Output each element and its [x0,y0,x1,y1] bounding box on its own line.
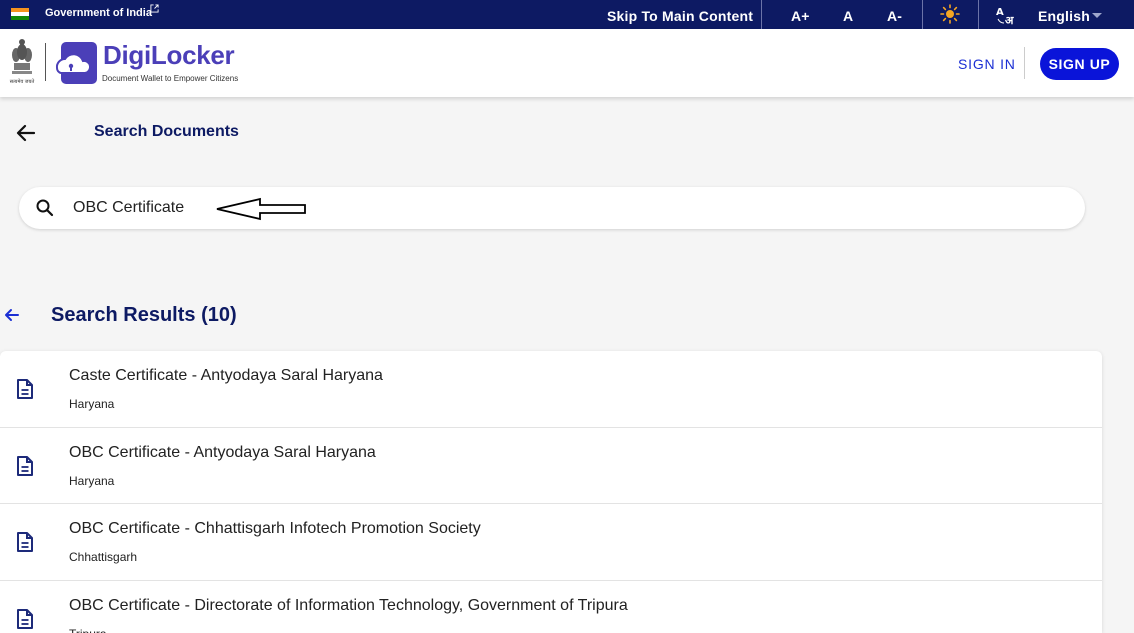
list-item[interactable]: Caste Certificate - Antyodaya Saral Hary… [0,351,1102,428]
svg-text:अ: अ [1005,14,1014,25]
gov-of-india-link[interactable]: Government of India [45,7,152,19]
sign-up-button[interactable]: SIGN UP [1040,48,1119,80]
document-icon [16,531,34,553]
results-back-arrow-icon[interactable] [3,306,21,324]
logo-subtitle: Document Wallet to Empower Citizens [102,74,239,83]
india-flag-icon [11,8,29,20]
gov-top-bar: Government of India Skip To Main Content… [0,0,1134,29]
font-decrease-button[interactable]: A- [887,8,902,24]
document-icon [16,455,34,477]
site-header: सत्यमेव जयते DigiLocker Document Wallet … [0,29,1134,97]
result-title[interactable]: OBC Certificate - Antyodaya Saral Haryan… [69,444,376,462]
page-title: Search Documents [94,123,239,140]
language-select[interactable]: English [1038,8,1090,24]
search-box[interactable] [19,187,1085,229]
brightness-icon[interactable] [940,4,960,27]
result-state: Haryana [69,397,115,411]
document-icon [16,378,34,400]
list-item[interactable]: OBC Certificate - Directorate of Informa… [0,581,1102,633]
sign-in-link[interactable]: SIGN IN [958,56,1016,72]
annotation-arrow-icon [215,197,307,221]
result-state: Haryana [69,473,115,488]
search-input[interactable] [73,196,673,220]
search-icon[interactable] [35,198,55,218]
logo-title[interactable]: DigiLocker [103,40,235,71]
national-emblem-icon: सत्यमेव जयते [8,37,36,85]
font-normal-button[interactable]: A [843,8,853,24]
translate-icon[interactable]: A अ [996,5,1018,28]
document-icon [16,608,34,630]
svg-text:A: A [996,7,1004,18]
external-link-icon [150,4,159,16]
chevron-down-icon[interactable] [1092,13,1102,18]
digilocker-logo-icon[interactable] [53,40,99,86]
skip-to-main-link[interactable]: Skip To Main Content [607,8,753,24]
result-state: Tripura [69,627,107,633]
list-item[interactable]: OBC Certificate - Antyodaya Saral Haryan… [0,428,1102,504]
result-title[interactable]: Caste Certificate - Antyodaya Saral Hary… [69,367,383,385]
font-increase-button[interactable]: A+ [791,8,810,24]
list-item[interactable]: OBC Certificate - Chhattisgarh Infotech … [0,504,1102,581]
result-title[interactable]: OBC Certificate - Chhattisgarh Infotech … [69,520,481,538]
result-state: Chhattisgarh [69,550,138,564]
back-arrow-icon[interactable] [14,121,38,145]
result-title[interactable]: OBC Certificate - Directorate of Informa… [69,597,628,615]
svg-text:सत्यमेव जयते: सत्यमेव जयते [10,78,35,85]
results-list: Caste Certificate - Antyodaya Saral Hary… [0,351,1102,633]
search-results-heading: Search Results (10) [51,304,237,326]
